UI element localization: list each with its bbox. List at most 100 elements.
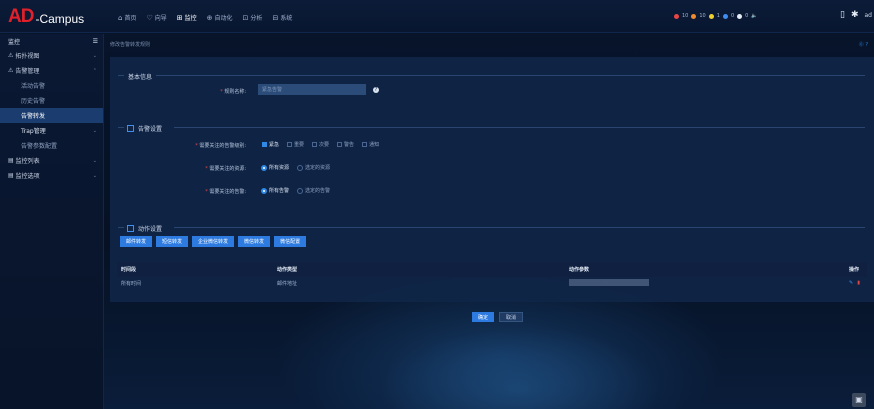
section-label: 告警设置 (138, 126, 163, 133)
sidebar-item-alarm-management[interactable]: ⚠ 告警管理 ⌃ (0, 63, 103, 78)
nav-label: 首页 (124, 15, 137, 22)
collapse-square-icon[interactable] (127, 225, 134, 232)
sidebar-item-trap[interactable]: Trap管理 ⌄ (0, 123, 103, 138)
logo-campus: -Campus (35, 11, 85, 26)
topology-icon: ⚠ (8, 52, 14, 59)
sidebar-item-label: 告警转发 (21, 113, 46, 120)
section-divider (118, 127, 124, 128)
breadcrumb: 修改告警转发规则 ⓪ ? (106, 38, 874, 50)
alarm-settings-title: 告警设置 (127, 124, 162, 133)
nav-label: 系统 (280, 15, 293, 22)
wecom-forward-button[interactable]: 企业微信转发 (192, 236, 235, 247)
sidebar-item-alarm-forward[interactable]: 告警转发 (0, 108, 103, 123)
nav-monitor[interactable]: ⊞ 监控 (176, 13, 197, 23)
chevron-down-icon: ⌄ (92, 127, 97, 134)
nav-automation[interactable]: ⊕ 自动化 (207, 13, 233, 23)
nav-system[interactable]: ⊟ 系统 (272, 13, 293, 23)
nav-wizard[interactable]: ♡ 向导 (146, 13, 167, 23)
nav-home[interactable]: ⌂ 首页 (118, 13, 137, 23)
collapse-square-icon[interactable] (127, 125, 134, 132)
action-settings-title: 动作设置 (127, 224, 162, 233)
alarm-filter-label: * 需要关注的告警: (205, 189, 246, 195)
breadcrumb-text: 修改告警转发规则 (110, 41, 151, 48)
critical-count: 10 (682, 13, 689, 19)
basic-info-title: 基本信息 (128, 72, 152, 81)
sidebar-item-label: 拓扑视图 (15, 53, 40, 60)
alarm-status-counts[interactable]: 10 10 1 0 0 🔈 (674, 13, 758, 19)
list-icon: ▤ (8, 157, 14, 164)
section-divider (118, 75, 124, 76)
user-name[interactable]: ad (865, 12, 873, 19)
home-icon: ⌂ (118, 13, 123, 22)
help-question-icon[interactable]: ? (373, 87, 379, 93)
rule-name-input[interactable] (258, 84, 366, 95)
delete-icon[interactable]: ▮ (857, 280, 860, 286)
level-critical-checkbox[interactable]: 紧急 (262, 141, 279, 148)
level-minor-checkbox[interactable]: 次要 (312, 141, 329, 148)
wechat-forward-button[interactable]: 微信转发 (238, 236, 271, 247)
sidebar-item-label: 历史告警 (21, 98, 46, 105)
section-divider (156, 75, 865, 76)
app-logo[interactable]: AD -Campus (8, 6, 85, 27)
alarm-level-options: 紧急 重要 次要 警告 通知 (262, 141, 379, 148)
level-major-checkbox[interactable]: 重要 (287, 141, 304, 148)
sidebar-item-history-alarms[interactable]: 历史告警 (0, 93, 103, 108)
resource-label: * 需要关注的资源: (205, 166, 246, 172)
section-label: 动作设置 (138, 226, 163, 233)
sidebar-item-alarm-params[interactable]: 告警参数配置 (0, 138, 103, 153)
nav-label: 分析 (250, 15, 263, 22)
wechat-config-button[interactable]: 微信配置 (274, 236, 307, 247)
sidebar-item-active-alarms[interactable]: 活动告警 (0, 78, 103, 93)
help-icon[interactable]: ⓪ ? (859, 41, 874, 48)
chevron-down-icon: ⌄ (92, 52, 97, 59)
table-row: 所有时间 邮件地址 ✎ ▮ (117, 277, 867, 289)
sidebar-item-monitor-list[interactable]: ▤ 监控列表 ⌄ (0, 153, 103, 168)
system-icon: ⊟ (272, 13, 279, 22)
nav-label: 向导 (154, 15, 167, 22)
nav-label: 自动化 (214, 15, 233, 22)
all-alarms-radio[interactable]: 所有告警 (261, 187, 289, 194)
monitor-icon: ⊞ (176, 13, 183, 22)
level-warning-checkbox[interactable]: 警告 (337, 141, 354, 148)
nav-analysis[interactable]: ⊡ 分析 (242, 13, 263, 23)
action-table: 时间段 动作类型 动作参数 操作 所有时间 邮件地址 ✎ ▮ (117, 262, 867, 289)
all-resources-radio[interactable]: 所有资源 (261, 164, 289, 171)
collapse-menu-icon[interactable]: ☰ (93, 38, 98, 45)
edit-icon[interactable]: ✎ (849, 280, 853, 286)
col-action-type: 动作类型 (277, 267, 298, 273)
resource-options: 所有资源 选定的资源 (261, 164, 330, 171)
rule-name-label: * 规则名称: (220, 89, 246, 95)
sidebar-item-label: 监控列表 (15, 158, 40, 165)
email-forward-button[interactable]: 邮件转发 (120, 236, 153, 247)
sidebar-item-label: 监控选项 (15, 173, 40, 180)
alarm-filter-options: 所有告警 选定的告警 (261, 187, 330, 194)
top-right-tools: ▯ ✱ ad (840, 10, 872, 20)
minor-count: 1 (716, 13, 720, 19)
gear-icon[interactable]: ✱ (851, 10, 859, 20)
selected-alarms-radio[interactable]: 选定的告警 (297, 187, 330, 194)
sms-forward-button[interactable]: 短信转发 (156, 236, 189, 247)
floating-action-icon[interactable]: ▣ (852, 393, 866, 407)
document-icon[interactable]: ▯ (840, 10, 845, 20)
sidebar-item-monitor-options[interactable]: ▤ 监控选项 ⌄ (0, 168, 103, 183)
level-notice-checkbox[interactable]: 通知 (362, 141, 379, 148)
nav-label: 监控 (184, 15, 197, 22)
sidebar: 监控 ☰ ⚠ 拓扑视图 ⌄ ⚠ 告警管理 ⌃ 活动告警 历史告警 告警转发 Trap管理… (0, 34, 104, 409)
section-divider (174, 127, 865, 128)
cancel-button[interactable]: 取消 (499, 312, 524, 322)
sidebar-item-topology[interactable]: ⚠ 拓扑视图 ⌄ (0, 48, 103, 63)
analysis-icon: ⊡ (242, 13, 249, 22)
confirm-button[interactable]: 确定 (472, 312, 495, 322)
major-count: 10 (699, 13, 706, 19)
action-buttons: 邮件转发 短信转发 企业微信转发 微信转发 微信配置 (120, 236, 307, 247)
sidebar-item-label: 告警管理 (15, 68, 40, 75)
major-dot (691, 13, 697, 19)
chevron-down-icon: ⌄ (92, 172, 97, 179)
sidebar-item-label: 告警参数配置 (21, 143, 58, 150)
options-icon: ▤ (8, 172, 14, 179)
minor-dot (708, 13, 714, 19)
section-divider (174, 227, 865, 228)
selected-resources-radio[interactable]: 选定的资源 (297, 164, 330, 171)
sound-icon[interactable]: 🔈 (751, 13, 757, 19)
sidebar-title: 监控 (8, 38, 21, 46)
